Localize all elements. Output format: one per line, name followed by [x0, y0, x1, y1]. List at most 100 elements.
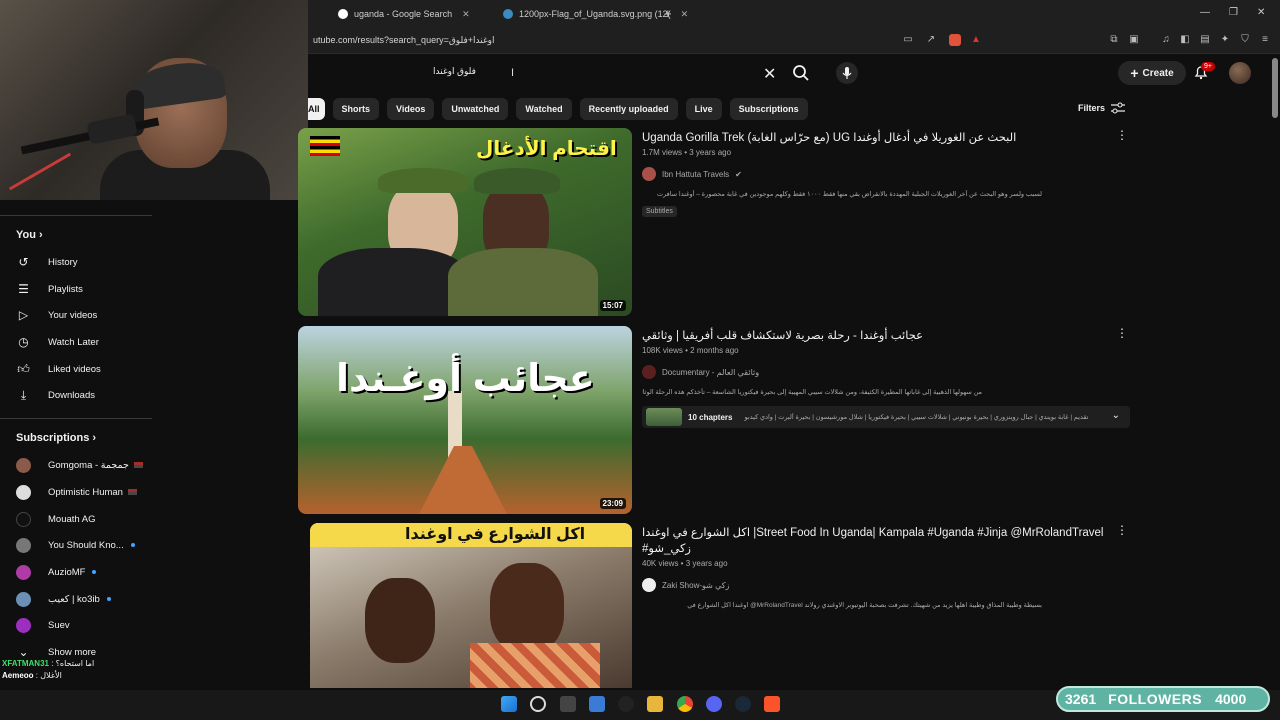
leo-icon[interactable]: ✦ [1219, 34, 1231, 46]
sub-optimistic-human[interactable]: Optimistic Human [16, 483, 137, 501]
sidebar-item-playlists[interactable]: ☰ Playlists [16, 280, 83, 298]
discord-icon[interactable] [706, 696, 722, 712]
chat-message: Aemeoo : الأغلال [2, 671, 62, 680]
tab-flag-image[interactable]: 1200px-Flag_of_Uganda.svg.png (12( ✕ [503, 4, 688, 24]
create-button[interactable]: + Create [1118, 61, 1186, 85]
search-icon[interactable] [530, 696, 546, 712]
chevron-down-icon[interactable]: ⌄ [1112, 410, 1120, 421]
channel-link[interactable]: Zaki Show-زكي شو [642, 578, 1112, 592]
sub-suev[interactable]: Suev [16, 616, 70, 634]
sub-you-should-know[interactable]: You Should Kno... [16, 536, 135, 554]
sidebar-item-history[interactable]: ↺ History [16, 253, 77, 271]
menu-icon[interactable]: ≡ [1259, 34, 1271, 46]
stream-chat: XFATMAN31 : اما استحاه؟ Aemeoo : الأغلال [2, 658, 302, 682]
search-input[interactable]: فلوق اوغندا [433, 66, 476, 77]
chrome-icon[interactable] [677, 696, 693, 712]
url-field[interactable]: utube.com/results?search_query=اوغندا+فل… [313, 35, 495, 46]
sidebar-toggle-icon[interactable]: ◧ [1179, 34, 1191, 46]
video-thumbnail[interactable]: اقتحام الأدغال 15:07 [298, 128, 632, 316]
chip-unwatched[interactable]: Unwatched [442, 98, 509, 120]
channel-link[interactable]: Documentary - وثائقي العالم [642, 365, 1130, 379]
scrollbar[interactable] [1272, 58, 1278, 118]
video-title[interactable]: Uganda Gorilla Trek (مع حرّاس الغابة) UG… [642, 130, 1112, 146]
plus-icon: + [1130, 65, 1139, 81]
sub-ko3ib[interactable]: كعيب | ko3ib [16, 590, 111, 608]
voice-search-button[interactable] [836, 62, 858, 84]
chapters-panel[interactable]: 10 chapters تقديم | غابة بويندي | جبال ر… [642, 406, 1130, 428]
rewards-icon[interactable]: ▲ [970, 34, 982, 46]
chapter-thumbnail [646, 408, 682, 426]
history-icon: ↺ [18, 255, 29, 269]
share-icon[interactable]: ↗ [925, 34, 937, 46]
sidebar-item-liked-videos[interactable]: 👍︎ Liked videos [16, 360, 101, 378]
webcam-overlay [0, 0, 308, 200]
new-content-dot [92, 570, 97, 574]
task-view-icon[interactable] [560, 696, 576, 712]
live-indicator-icon [133, 462, 143, 468]
new-content-dot [130, 543, 135, 547]
verified-icon: ✔ [735, 169, 742, 179]
clock-icon: ◷ [18, 335, 29, 349]
restore-icon[interactable]: ❐ [1229, 7, 1238, 18]
video-description: لسبب ولسر وهو البحث عن آخر الغوريلات الج… [656, 191, 1042, 198]
microphone [86, 113, 138, 145]
wallet-icon[interactable]: ▤ [1199, 34, 1211, 46]
duration-badge: 23:09 [599, 498, 626, 509]
video-title[interactable]: عجائب أوغندا - رحلة بصرية لاستكشاف قلب أ… [642, 328, 1112, 344]
search-box[interactable]: فلوق اوغندا I [425, 61, 787, 85]
sub-auziomf[interactable]: AuzioMF [16, 563, 97, 581]
sidebar-item-watch-later[interactable]: ◷ Watch Later [16, 333, 99, 351]
sub-mouath-ag[interactable]: Mouath AG [16, 510, 96, 528]
more-options-icon[interactable]: ⋮ [1116, 523, 1128, 537]
close-icon[interactable]: ✕ [681, 9, 689, 20]
sidebar-subscriptions[interactable]: Subscriptions › [16, 432, 96, 444]
brave-shield-icon[interactable] [949, 34, 961, 46]
more-options-icon[interactable]: ⋮ [1116, 128, 1128, 142]
clear-search-button[interactable]: ✕ [763, 64, 776, 84]
chip-recently-uploaded[interactable]: Recently uploaded [579, 98, 678, 120]
filters-button[interactable]: Filters [1078, 102, 1126, 114]
live-indicator-icon [127, 489, 137, 495]
close-window-icon[interactable]: ✕ [1257, 7, 1265, 18]
new-tab-button[interactable]: + [664, 6, 672, 21]
folder-icon[interactable] [647, 696, 663, 712]
text-cursor-icon: I [511, 67, 515, 79]
widgets-icon[interactable] [589, 696, 605, 712]
chip-live[interactable]: Live [685, 98, 722, 120]
thumbnail-text: اقتحام الأدغال [476, 138, 617, 160]
wallet-icon[interactable]: ▣ [1128, 34, 1140, 46]
close-icon[interactable]: ✕ [462, 9, 470, 20]
uganda-flag [310, 136, 340, 156]
chip-subscriptions[interactable]: Subscriptions [729, 98, 808, 120]
video-title[interactable]: Street Food In Uganda| Kampala #Uganda #… [642, 525, 1112, 557]
vpn-icon[interactable]: ⛉ [1239, 34, 1251, 46]
video-thumbnail[interactable]: اكل الشوارع في اوغندا [310, 523, 632, 688]
sidebar-item-downloads[interactable]: ⤓ Downloads [16, 386, 95, 404]
minimize-icon[interactable]: — [1200, 7, 1210, 18]
extensions-icon[interactable]: ⧉ [1108, 34, 1120, 46]
sub-gomgoma[interactable]: Gomgoma - جمجمة [16, 456, 143, 474]
search-button[interactable] [792, 64, 812, 84]
avatar [642, 578, 656, 592]
steam-icon[interactable] [735, 696, 751, 712]
avatar [16, 564, 31, 580]
sidebar-item-your-videos[interactable]: ▷ Your videos [16, 306, 97, 324]
screen-icon[interactable]: ▭ [902, 34, 914, 46]
music-icon[interactable]: ♫ [1160, 34, 1172, 46]
tab-google-search[interactable]: uganda - Google Search ✕ [338, 4, 470, 24]
brave-icon[interactable] [764, 696, 780, 712]
new-content-dot [106, 597, 111, 601]
video-thumbnail[interactable]: عجائب أوغـندا 23:09 [298, 326, 632, 514]
avatar [16, 484, 31, 500]
obs-icon[interactable] [618, 696, 634, 712]
chip-shorts[interactable]: Shorts [332, 98, 380, 120]
more-options-icon[interactable]: ⋮ [1116, 326, 1128, 340]
divider [0, 418, 152, 419]
start-icon[interactable] [501, 696, 517, 712]
chip-watched[interactable]: Watched [516, 98, 572, 120]
chip-videos[interactable]: Videos [387, 98, 435, 120]
channel-link[interactable]: Ibn Hattuta Travels ✔ [642, 167, 1112, 181]
followers-count: 3261 [1065, 691, 1097, 707]
sidebar-you[interactable]: You › [16, 229, 43, 241]
avatar[interactable] [1229, 62, 1251, 84]
